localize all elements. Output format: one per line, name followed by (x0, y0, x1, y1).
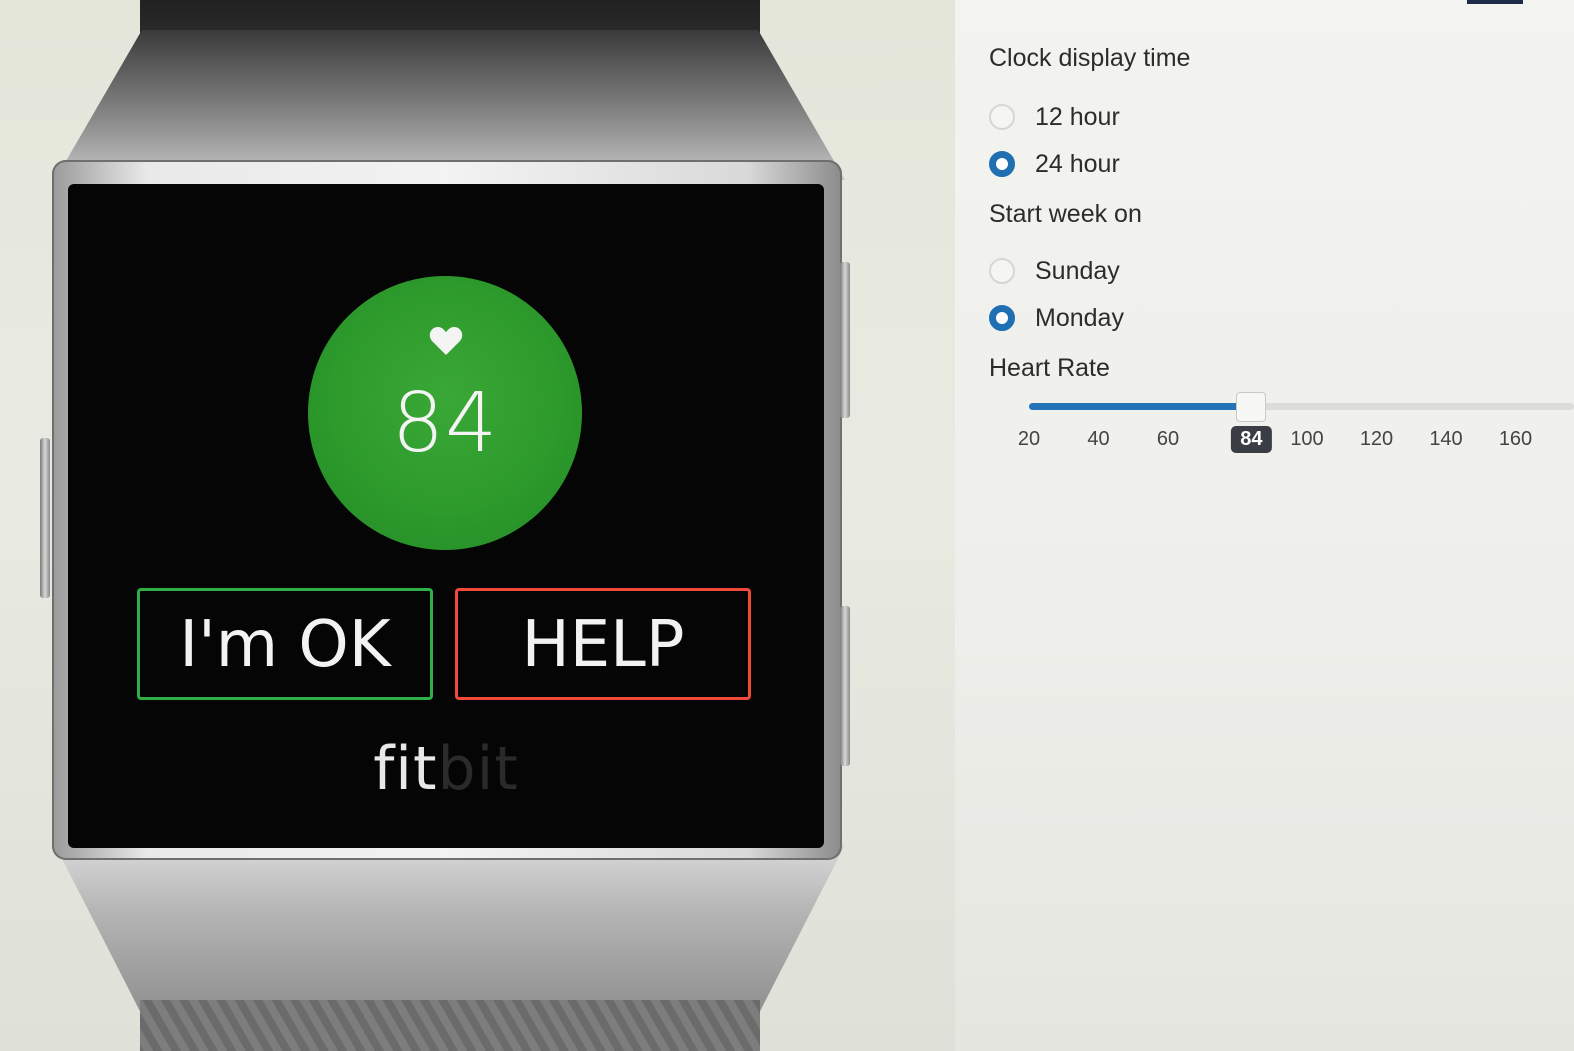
slider-handle[interactable] (1236, 392, 1267, 422)
radio-12-hour-label: 12 hour (1035, 102, 1120, 131)
brand-logo-bright: fit (373, 734, 438, 804)
clock-display-label: Clock display time (989, 44, 1191, 72)
slider-tick-label: 40 (1087, 428, 1110, 450)
radio-sunday[interactable]: Sunday (989, 254, 1120, 288)
watch-lug-bottom (55, 845, 845, 1015)
radio-24-hour-control[interactable] (989, 151, 1015, 177)
radio-24-hour-label: 24 hour (1035, 149, 1120, 178)
radio-monday[interactable]: Monday (989, 301, 1124, 335)
help-button[interactable]: HELP (455, 588, 751, 700)
heart-rate-label: Heart Rate (989, 354, 1110, 382)
watch-left-button[interactable] (40, 438, 50, 598)
slider-tick-label: 20 (1017, 428, 1041, 450)
brand-logo: fitbit (68, 734, 824, 804)
slider-tick-label: 140 (1429, 428, 1463, 450)
watch-screen: 84 I'm OK HELP fitbit (68, 184, 824, 848)
heart-rate-circle: 84 (308, 276, 582, 550)
slider-fill (1029, 403, 1252, 410)
radio-sunday-label: Sunday (1035, 256, 1120, 285)
watch-bottom-right-button[interactable] (840, 606, 850, 766)
heart-icon (429, 327, 463, 355)
watch-lug-top (55, 30, 845, 180)
brand-logo-dim: bit (437, 734, 519, 804)
radio-monday-label: Monday (1035, 303, 1124, 332)
slider-tick-label: 160 (1498, 428, 1533, 450)
im-ok-button[interactable]: I'm OK (137, 588, 433, 700)
radio-monday-control[interactable] (989, 305, 1015, 331)
heart-rate-value: 84 (391, 376, 499, 471)
settings-panel: Clock display time 12 hour 24 hour Start… (955, 0, 1574, 1051)
heart-rate-slider[interactable] (1029, 392, 1574, 424)
watch-top-right-button[interactable] (840, 262, 850, 418)
slider-value-badge: 84 (1231, 426, 1272, 453)
watch-strap-bottom (140, 1000, 760, 1051)
radio-24-hour[interactable]: 24 hour (989, 147, 1120, 181)
watch-simulator: 84 I'm OK HELP fitbit (0, 0, 955, 1051)
slider-tick-label: 120 (1359, 428, 1394, 450)
corner-tab (1467, 0, 1523, 4)
slider-tick-label: 60 (1156, 428, 1180, 450)
slider-tick-label: 100 (1290, 428, 1324, 450)
start-week-label: Start week on (989, 200, 1142, 228)
radio-12-hour-control[interactable] (989, 104, 1015, 130)
radio-sunday-control[interactable] (989, 258, 1015, 284)
radio-12-hour[interactable]: 12 hour (989, 100, 1120, 134)
